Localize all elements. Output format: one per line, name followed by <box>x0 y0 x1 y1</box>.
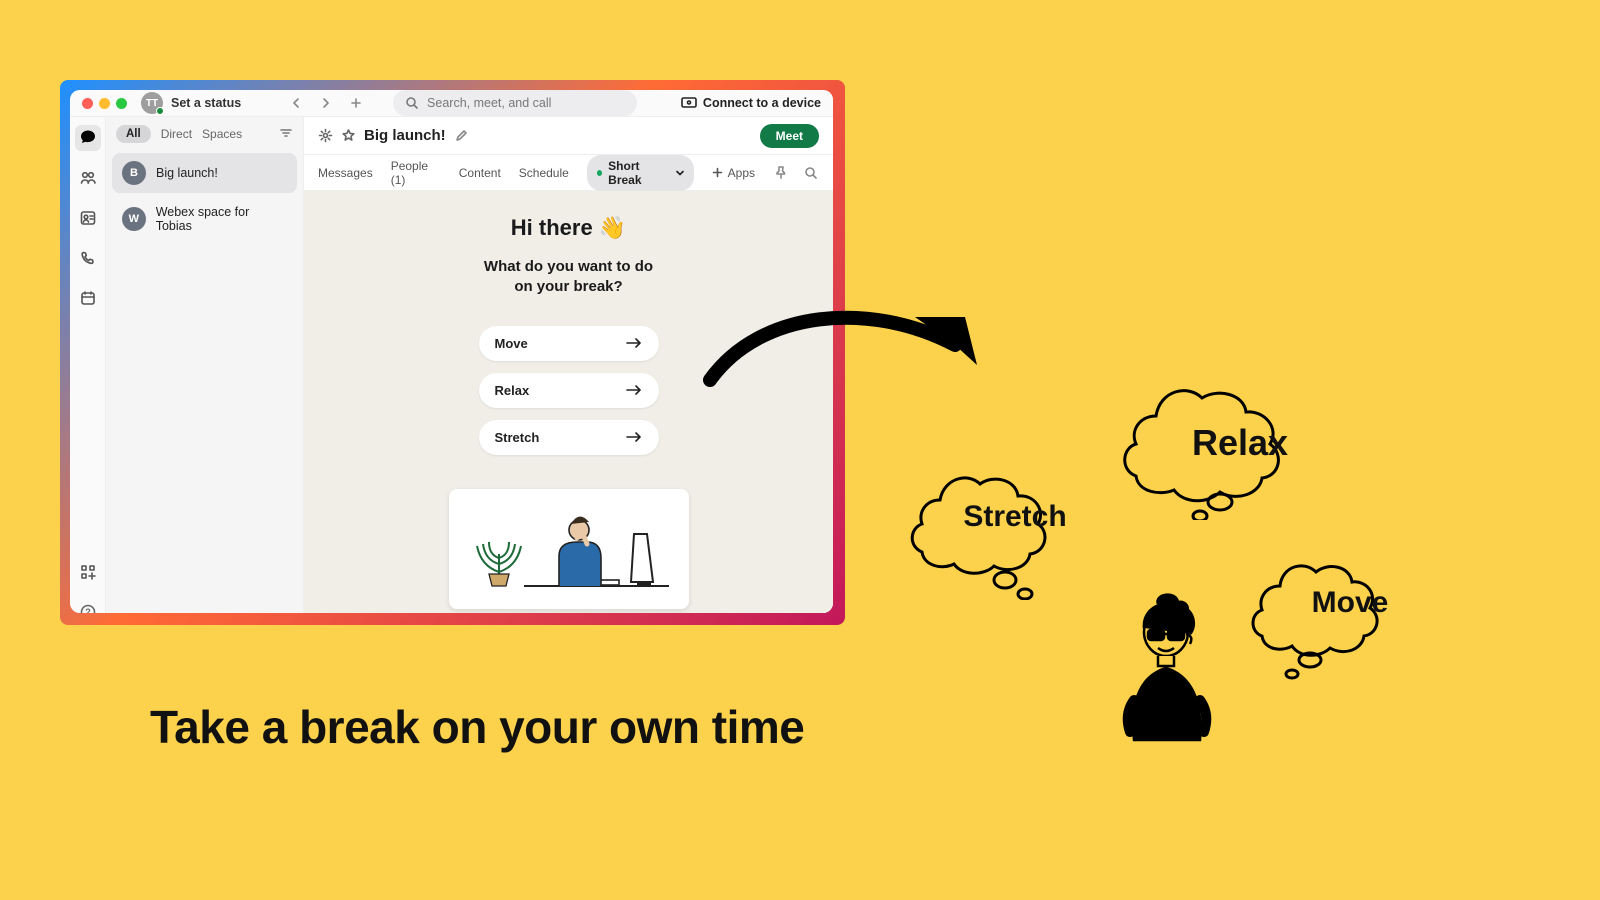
new-button[interactable] <box>345 92 367 114</box>
promo-tagline: Take a break on your own time <box>150 700 804 754</box>
rail-contacts[interactable] <box>75 205 101 231</box>
pin-icon[interactable] <box>773 165 789 181</box>
filter-spaces[interactable]: Spaces <box>202 127 242 141</box>
option-relax[interactable]: Relax <box>479 373 659 408</box>
gear-icon[interactable] <box>318 128 333 143</box>
option-label: Move <box>495 336 528 351</box>
space-tabs: Messages People (1) Content Schedule Sho… <box>304 155 833 191</box>
presence-dot-icon <box>156 107 164 115</box>
space-avatar: B <box>122 161 146 185</box>
close-icon[interactable] <box>82 98 93 109</box>
nav-rail: ? <box>70 117 106 613</box>
bubble-label: Move <box>1312 586 1389 619</box>
greeting-text: Hi there 👋 <box>511 215 626 241</box>
question-text: What do you want to do on your break? <box>484 257 653 298</box>
meet-button[interactable]: Meet <box>760 124 819 148</box>
bubble-label: Stretch <box>963 500 1066 533</box>
plus-icon <box>350 97 362 109</box>
chevron-left-icon <box>290 97 302 109</box>
help-icon: ? <box>80 604 96 614</box>
chevron-right-icon <box>320 97 332 109</box>
contact-card-icon <box>79 209 97 227</box>
rail-teams[interactable] <box>75 165 101 191</box>
tab-content[interactable]: Content <box>459 166 501 180</box>
filter-all[interactable]: All <box>116 125 151 143</box>
arrow-right-icon <box>625 384 643 396</box>
star-icon[interactable] <box>341 128 356 143</box>
spaces-list: All Direct Spaces B Big launch! W Webex … <box>106 117 304 613</box>
space-avatar: W <box>122 207 146 231</box>
apps-label: Apps <box>728 166 755 180</box>
svg-text:?: ? <box>85 607 91 614</box>
rail-apps[interactable] <box>75 559 101 585</box>
people-icon <box>79 169 97 187</box>
list-filter-tabs: All Direct Spaces <box>106 117 303 151</box>
window-topbar: TT Set a status Search, meet, and ca <box>70 90 833 117</box>
nav-forward-button[interactable] <box>315 92 337 114</box>
device-icon <box>681 97 697 109</box>
space-header: Big launch! Meet <box>304 117 833 155</box>
window-controls[interactable] <box>82 98 127 109</box>
illustration-card <box>449 489 689 609</box>
minimize-icon[interactable] <box>99 98 110 109</box>
plus-icon <box>712 167 723 178</box>
space-name: Big launch! <box>156 166 218 180</box>
connect-device-label: Connect to a device <box>703 96 821 110</box>
apps-grid-icon <box>80 564 96 580</box>
rail-help[interactable]: ? <box>75 599 101 614</box>
bubble-label: Relax <box>1192 422 1288 463</box>
search-placeholder: Search, meet, and call <box>427 96 551 110</box>
search-input[interactable]: Search, meet, and call <box>393 90 637 116</box>
thought-bubble-move: Move <box>1250 530 1450 680</box>
thought-bubble-stretch: Stretch <box>910 430 1120 600</box>
filter-icon <box>279 126 293 140</box>
nav-back-button[interactable] <box>285 92 307 114</box>
rail-messaging[interactable] <box>75 125 101 151</box>
phone-icon <box>79 249 97 267</box>
space-title: Big launch! <box>364 127 446 144</box>
filter-direct[interactable]: Direct <box>161 127 192 141</box>
thinking-person-illustration-icon <box>1100 590 1240 790</box>
avatar[interactable]: TT <box>141 92 163 114</box>
add-app-button[interactable]: Apps <box>712 166 755 180</box>
person-at-desk-illustration-icon <box>459 494 679 604</box>
option-stretch[interactable]: Stretch <box>479 420 659 455</box>
calendar-icon <box>79 289 97 307</box>
tab-messages[interactable]: Messages <box>318 166 373 180</box>
search-icon <box>405 96 419 110</box>
option-label: Stretch <box>495 430 540 445</box>
curved-arrow-icon <box>700 290 1000 410</box>
arrow-right-icon <box>625 337 643 349</box>
edit-icon[interactable] <box>454 129 468 143</box>
rail-calling[interactable] <box>75 245 101 271</box>
arrow-right-icon <box>625 431 643 443</box>
option-label: Relax <box>495 383 530 398</box>
space-item-webex-space[interactable]: W Webex space for Tobias <box>112 197 297 241</box>
chevron-down-icon <box>675 168 684 178</box>
tab-short-break-app[interactable]: Short Break <box>587 155 694 191</box>
thought-bubble-relax: Relax <box>1120 350 1360 520</box>
chat-icon <box>79 129 97 147</box>
tab-schedule[interactable]: Schedule <box>519 166 569 180</box>
status-text[interactable]: Set a status <box>171 96 241 110</box>
connect-device-button[interactable]: Connect to a device <box>681 96 821 110</box>
rail-meetings[interactable] <box>75 285 101 311</box>
space-item-big-launch[interactable]: B Big launch! <box>112 153 297 193</box>
search-in-space-icon[interactable] <box>803 165 819 181</box>
tab-people[interactable]: People (1) <box>391 159 441 187</box>
filter-button[interactable] <box>279 126 293 143</box>
meet-label: Meet <box>776 129 803 143</box>
avatar-initials: TT <box>146 98 158 109</box>
space-name: Webex space for Tobias <box>156 205 287 233</box>
maximize-icon[interactable] <box>116 98 127 109</box>
active-app-label: Short Break <box>608 159 669 187</box>
option-move[interactable]: Move <box>479 326 659 361</box>
app-status-dot-icon <box>597 170 602 176</box>
